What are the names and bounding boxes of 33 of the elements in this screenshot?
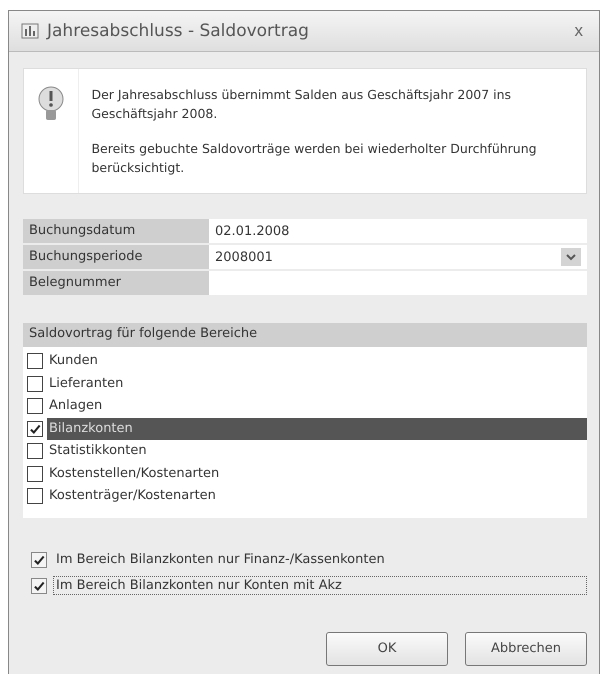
dropdown-field[interactable]: 2008001 (209, 245, 587, 269)
checkbox[interactable] (31, 578, 47, 594)
window-title: Jahresabschluss - Saldovortrag (47, 21, 310, 41)
list-item[interactable]: Kunden (47, 350, 587, 372)
info-text: Der Jahresabschluss übernimmt Salden aus Geschäftsjahr 2007 ins Geschäftsjahr 2008. (91, 86, 512, 123)
checkbox[interactable] (27, 353, 43, 370)
input-field[interactable]: 02.01.2008 (209, 219, 587, 243)
field-label: Buchungsperiode (23, 245, 209, 269)
checkbox[interactable] (27, 420, 43, 437)
checkbox-label[interactable]: Im Bereich Bilanzkonten nur Finanz-/Kassenkonten (53, 550, 388, 569)
dialog-button[interactable]: Abbrechen (465, 632, 587, 666)
checkbox-label[interactable]: Im Bereich Bilanzkonten nur Konten mit Akz (53, 576, 587, 595)
app-icon (21, 23, 39, 39)
input-field[interactable] (209, 271, 587, 295)
list-item[interactable]: Statistikkonten (47, 440, 587, 462)
list-item[interactable]: Kostenträger/Kostenarten (47, 485, 587, 508)
list-item[interactable]: Kostenstellen/Kostenarten (47, 462, 587, 485)
chevron-down-icon (561, 248, 581, 266)
checkbox[interactable] (31, 552, 47, 568)
dialog-button[interactable]: OK (326, 632, 448, 666)
list-item[interactable]: Lieferanten (47, 372, 587, 395)
info-text: Bereits gebuchte Saldovorträge werden bei wiederholter Durchführung berücksichtigt. (91, 140, 538, 177)
checkbox[interactable] (27, 488, 43, 504)
field-label: Buchungsdatum (23, 219, 209, 243)
checkbox[interactable] (27, 376, 43, 392)
list-item[interactable]: Bilanzkonten (47, 418, 587, 440)
close-button[interactable]: x (570, 21, 587, 41)
list-item[interactable]: Anlagen (47, 395, 587, 418)
group-header: Saldovortrag für folgende Bereiche (23, 323, 587, 347)
field-label: Belegnummer (23, 271, 209, 295)
checkbox[interactable] (27, 443, 43, 460)
checkbox[interactable] (27, 466, 43, 482)
checkbox[interactable] (27, 398, 43, 414)
